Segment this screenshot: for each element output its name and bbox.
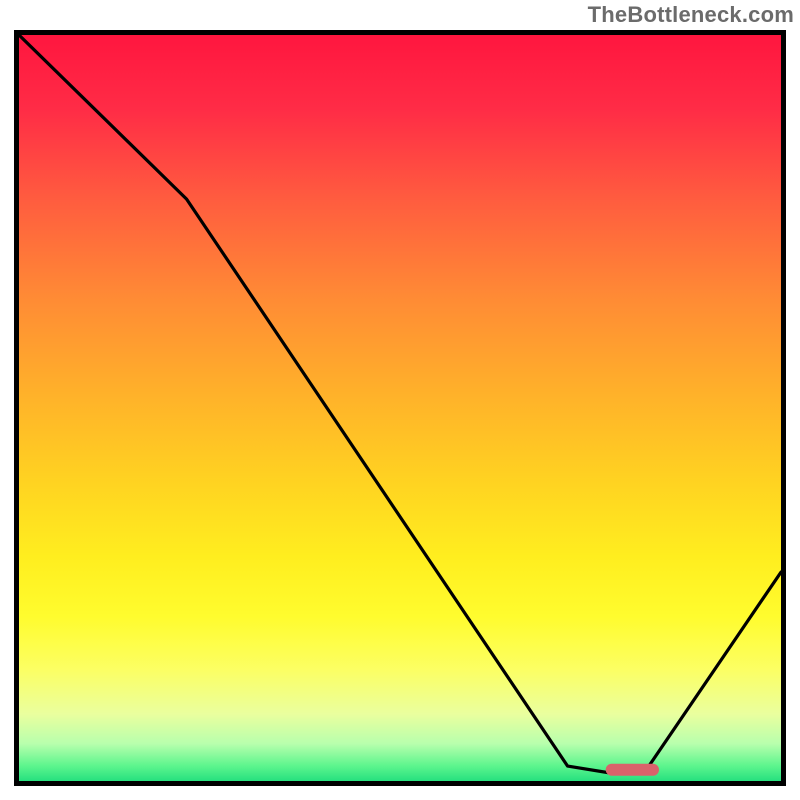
- optimal-marker: [606, 764, 659, 776]
- chart-overlay: [19, 35, 781, 781]
- chart-container: TheBottleneck.com: [0, 0, 800, 800]
- watermark-text: TheBottleneck.com: [588, 2, 794, 28]
- bottleneck-curve: [19, 35, 781, 774]
- plot-frame: [14, 30, 786, 786]
